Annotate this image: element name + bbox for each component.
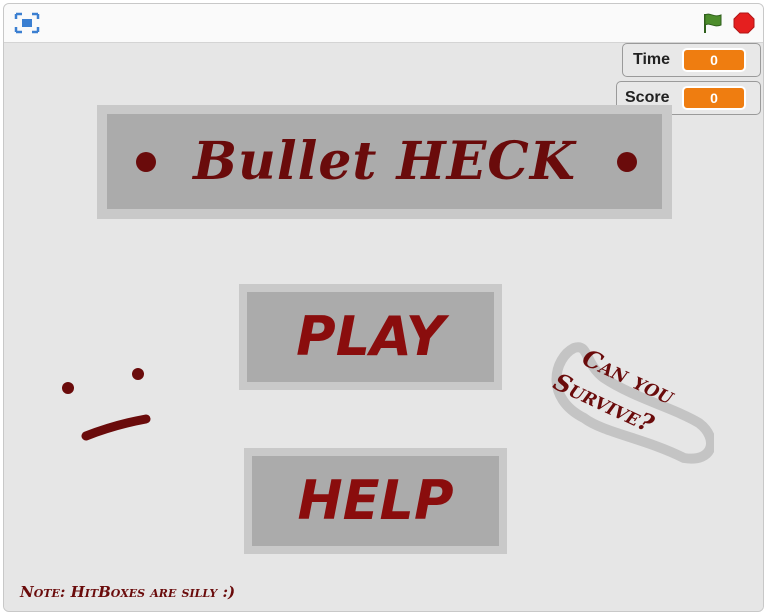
player-eye-right (132, 368, 144, 380)
player-frame: Time 0 Score 0 Bullet HECK PLAY HELP Can… (3, 3, 764, 612)
play-button[interactable]: PLAY (239, 284, 502, 390)
fullscreen-icon[interactable] (14, 12, 40, 34)
time-value: 0 (682, 48, 746, 72)
help-button-label: HELP (297, 469, 454, 532)
green-flag-icon[interactable] (701, 12, 723, 34)
time-label: Time (633, 51, 671, 68)
game-stage[interactable]: Time 0 Score 0 Bullet HECK PLAY HELP Can… (4, 43, 763, 611)
player-sprite[interactable] (54, 363, 154, 443)
player-toolbar (4, 4, 763, 43)
taunt-sprite: Can you Survive? (544, 338, 714, 478)
time-monitor: Time 0 (622, 43, 761, 77)
help-button-panel: HELP (252, 456, 499, 546)
score-value: 0 (682, 86, 746, 110)
game-title: Bullet HECK (193, 131, 576, 192)
title-panel: Bullet HECK (107, 114, 662, 209)
help-button[interactable]: HELP (244, 448, 507, 554)
play-button-label: PLAY (296, 305, 445, 368)
player-mouth (81, 414, 151, 441)
player-eye-left (62, 382, 74, 394)
stop-sign-icon[interactable] (733, 12, 755, 34)
play-button-panel: PLAY (247, 292, 494, 382)
title-banner: Bullet HECK (97, 105, 672, 219)
title-bullet-right (617, 152, 637, 172)
hitbox-note: Note: HitBoxes are silly :) (20, 583, 236, 601)
